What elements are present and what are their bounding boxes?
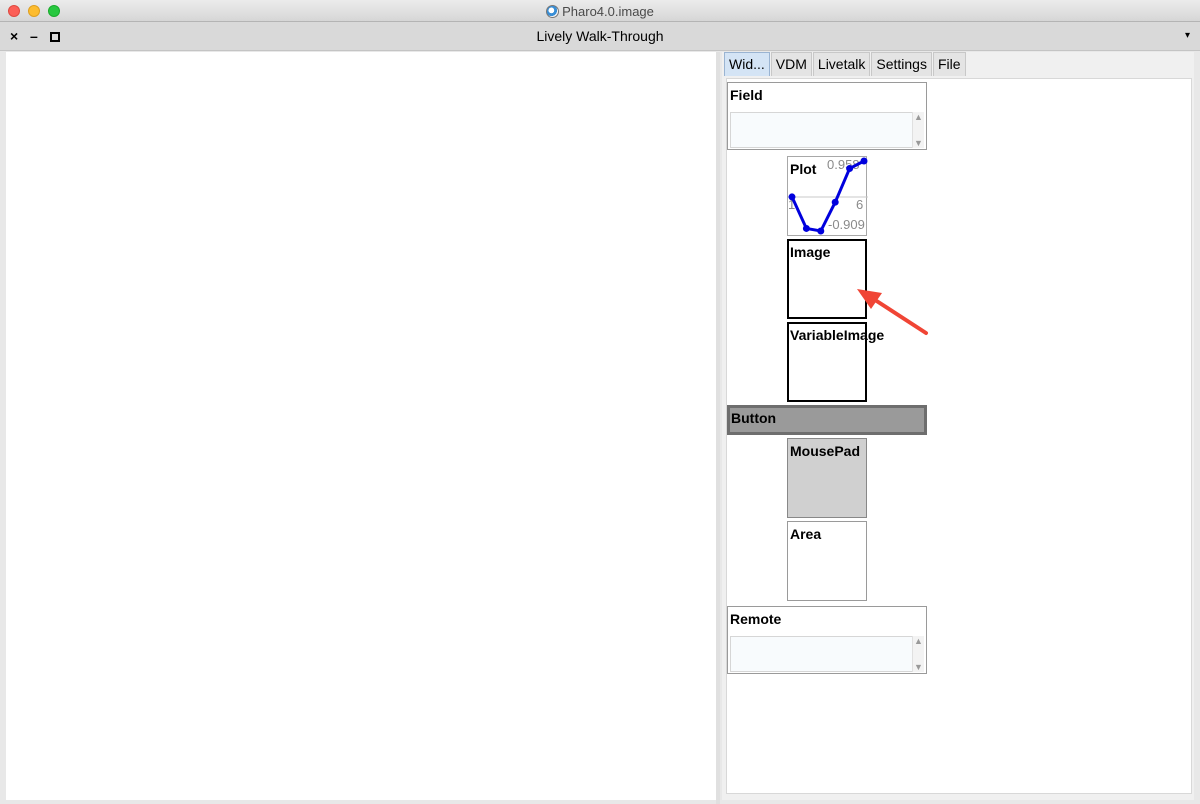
widgets-tab-content: Field ▲ ▼ 0.958 1 6 -0.909 Plot Image Va… <box>726 78 1192 794</box>
plot-widget[interactable]: 0.958 1 6 -0.909 Plot <box>787 156 868 236</box>
image-widget-label: Image <box>790 244 831 260</box>
os-window-title-text: Pharo4.0.image <box>562 4 654 19</box>
variable-image-widget-label: VariableImage <box>790 327 885 343</box>
button-widget-label: Button <box>731 410 777 426</box>
scroll-up-icon[interactable]: ▲ <box>914 637 923 646</box>
os-window-title: Pharo4.0.image <box>0 4 1200 19</box>
tab-file[interactable]: File <box>932 52 966 76</box>
mousepad-widget-label: MousePad <box>790 443 861 459</box>
remote-text-input[interactable] <box>730 636 924 672</box>
tab-settings[interactable]: Settings <box>871 52 932 76</box>
tab-livetalk[interactable]: Livetalk <box>812 52 871 76</box>
remote-widget[interactable]: Remote ▲ ▼ <box>727 606 927 674</box>
pharo-window-header: × – Lively Walk-Through ▾ <box>0 22 1200 51</box>
button-widget[interactable]: Button <box>727 405 927 435</box>
tab-vdm[interactable]: VDM <box>770 52 812 76</box>
field-scrollbar[interactable]: ▲ ▼ <box>912 112 924 148</box>
lively-canvas[interactable] <box>6 52 716 800</box>
variable-image-widget[interactable]: VariableImage <box>787 322 884 402</box>
field-text-input[interactable] <box>730 112 924 148</box>
plot-point-2 <box>802 224 810 232</box>
widget-palette-panel: Wid... VDM Livetalk Settings File Field … <box>722 52 1194 800</box>
remote-scrollbar[interactable]: ▲ ▼ <box>912 636 924 672</box>
scroll-down-icon[interactable]: ▼ <box>914 663 923 672</box>
area-widget-label: Area <box>790 526 822 542</box>
mousepad-widget[interactable]: MousePad <box>787 438 867 518</box>
pane-splitter[interactable] <box>716 52 720 804</box>
plot-point-6 <box>860 157 868 165</box>
plot-widget-label: Plot <box>790 161 817 177</box>
plot-point-4 <box>831 198 839 206</box>
window-menu-icon[interactable]: ▾ <box>1185 30 1190 41</box>
area-widget[interactable]: Area <box>787 521 867 601</box>
field-widget[interactable]: Field ▲ ▼ <box>727 82 927 150</box>
remote-widget-label: Remote <box>730 611 782 627</box>
scroll-up-icon[interactable]: ▲ <box>914 113 923 122</box>
pharo-app-icon <box>546 5 560 18</box>
image-widget[interactable]: Image <box>787 239 867 319</box>
field-widget-label: Field <box>730 87 763 103</box>
plot-point-3 <box>817 227 825 235</box>
plot-point-1 <box>788 193 796 201</box>
scroll-down-icon[interactable]: ▼ <box>914 139 923 148</box>
tab-widgets[interactable]: Wid... <box>724 52 770 76</box>
pharo-window-title: Lively Walk-Through <box>536 28 664 44</box>
plot-point-5 <box>846 165 854 173</box>
palette-tabs: Wid... VDM Livetalk Settings File <box>724 52 967 76</box>
os-title-bar: Pharo4.0.image <box>0 0 1200 22</box>
